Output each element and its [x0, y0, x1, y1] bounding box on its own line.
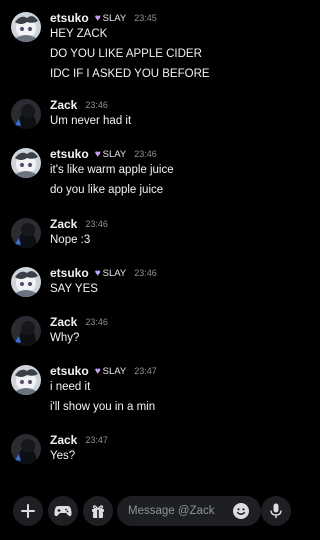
games-button[interactable]	[48, 496, 78, 526]
role-label: SLAY	[102, 267, 127, 279]
role-badge: ♥ SLAY	[95, 13, 127, 24]
author-name[interactable]: etsuko	[50, 11, 89, 25]
timestamp: 23:47	[134, 366, 157, 376]
timestamp: 23:46	[85, 219, 108, 229]
message-text: Yes?	[50, 450, 76, 462]
emoji-icon[interactable]	[233, 503, 249, 519]
avatar-zack[interactable]	[11, 99, 41, 129]
role-label: SLAY	[102, 12, 127, 24]
message-list[interactable]: etsuko ♥ SLAY 23:45 HEY ZACK DO YOU LIKE …	[0, 0, 300, 485]
avatar-etsuko[interactable]	[11, 148, 41, 178]
message-text: Why?	[50, 332, 80, 344]
timestamp: 23:47	[85, 435, 108, 445]
message-text: DO YOU LIKE APPLE CIDER	[50, 48, 202, 60]
avatar-zack[interactable]	[11, 316, 41, 346]
author-name[interactable]: etsuko	[50, 147, 89, 161]
message-text: SAY YES	[50, 283, 98, 295]
role-label: SLAY	[102, 365, 127, 377]
message-text: do you like apple juice	[50, 184, 164, 196]
timestamp: 23:46	[85, 100, 108, 110]
heart-icon: ♥	[94, 12, 101, 24]
heart-icon: ♥	[94, 365, 101, 377]
author-name[interactable]: etsuko	[50, 364, 89, 378]
plus-button[interactable]	[13, 496, 43, 526]
avatar-zack[interactable]	[11, 218, 41, 248]
avatar-etsuko[interactable]	[11, 267, 41, 297]
gift-icon	[92, 505, 104, 518]
microphone-button[interactable]	[261, 496, 291, 526]
timestamp: 23:46	[85, 317, 108, 327]
role-label: SLAY	[102, 148, 127, 160]
message-text: it's like warm apple juice	[50, 164, 174, 176]
author-name[interactable]: Zack	[50, 433, 77, 447]
heart-icon: ♥	[94, 267, 101, 279]
gamepad-icon	[54, 506, 72, 517]
avatar-etsuko[interactable]	[11, 12, 41, 42]
role-badge: ♥ SLAY	[95, 366, 127, 377]
message-text: IDC IF I ASKED YOU BEFORE	[50, 68, 210, 80]
author-name[interactable]: etsuko	[50, 266, 89, 280]
composer-bar: Message @Zack	[0, 488, 300, 540]
message-text: Nope :3	[50, 234, 91, 246]
author-name[interactable]: Zack	[50, 98, 77, 112]
message-text: HEY ZACK	[50, 28, 108, 40]
plus-icon	[21, 504, 35, 518]
role-badge: ♥ SLAY	[95, 268, 127, 279]
role-badge: ♥ SLAY	[95, 149, 127, 160]
message-input[interactable]: Message @Zack	[117, 496, 261, 526]
microphone-icon	[270, 503, 282, 518]
message-text: i need it	[50, 381, 91, 393]
timestamp: 23:46	[134, 149, 157, 159]
gift-button[interactable]	[83, 496, 113, 526]
author-name[interactable]: Zack	[50, 217, 77, 231]
message-text: i'll show you in a min	[50, 401, 156, 413]
message-text: Um never had it	[50, 115, 132, 127]
timestamp: 23:46	[134, 268, 157, 278]
timestamp: 23:45	[134, 13, 157, 23]
avatar-zack[interactable]	[11, 434, 41, 464]
avatar-etsuko[interactable]	[11, 365, 41, 395]
heart-icon: ♥	[94, 148, 101, 160]
author-name[interactable]: Zack	[50, 315, 77, 329]
message-input-placeholder: Message @Zack	[128, 505, 215, 517]
